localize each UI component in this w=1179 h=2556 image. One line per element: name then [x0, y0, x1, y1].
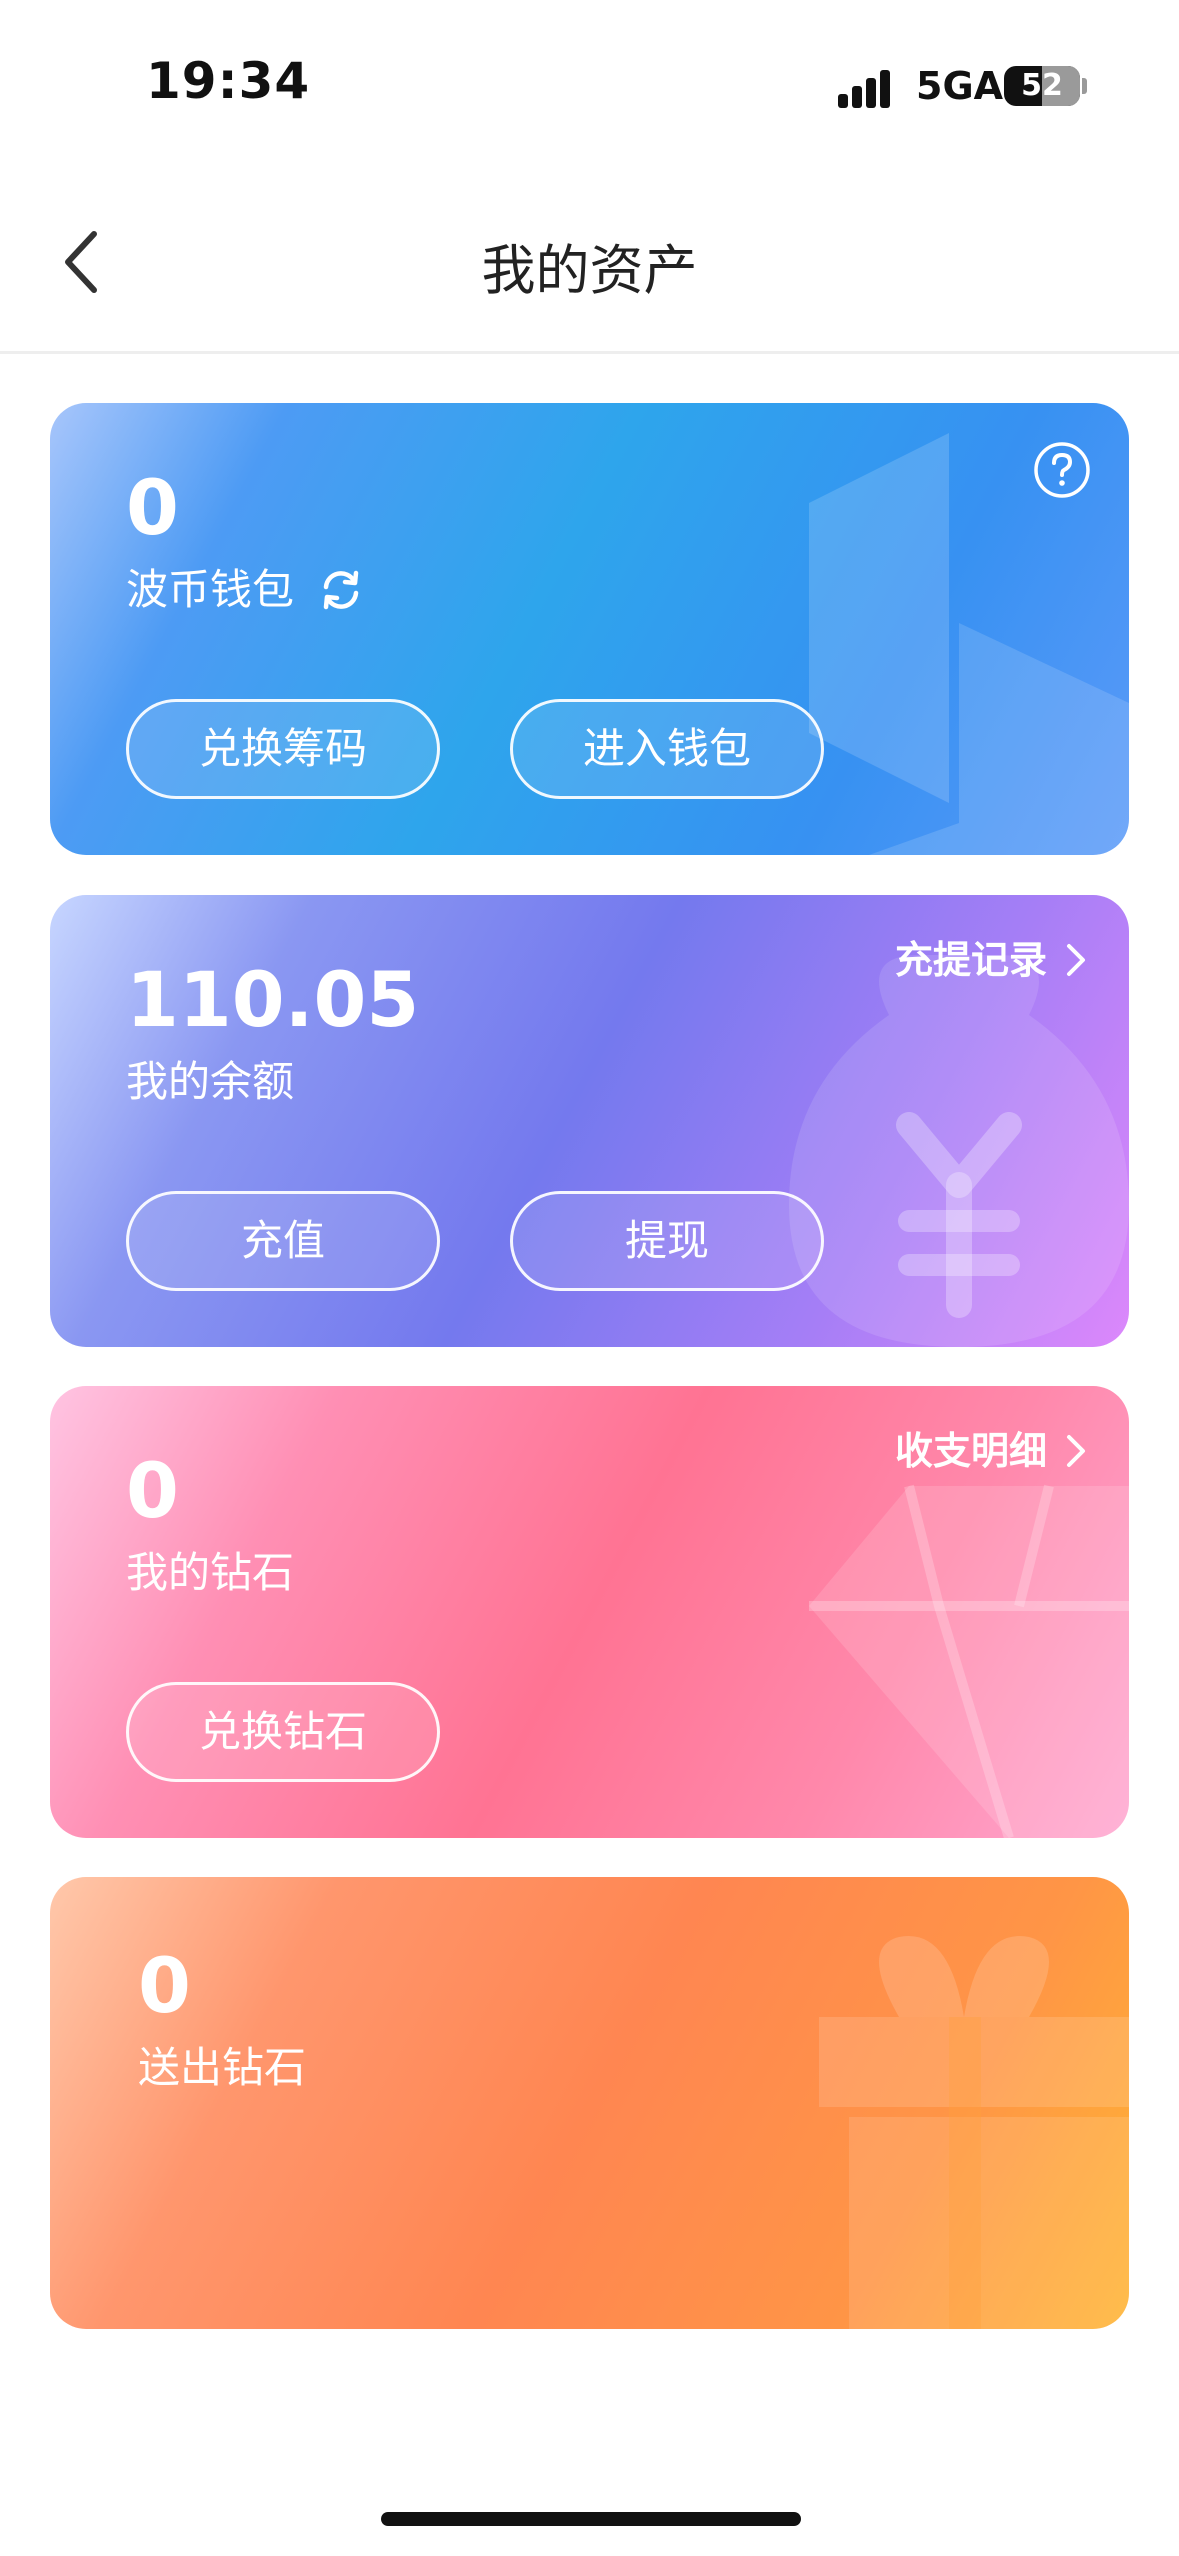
home-indicator[interactable] [381, 2512, 801, 2526]
signal-icon [838, 66, 900, 108]
wallet-label: 波币钱包 [126, 565, 295, 614]
balance-value: 110.05 [126, 955, 420, 1044]
withdraw-button[interactable]: 提现 [510, 1191, 824, 1291]
wallet-label-row: 波币钱包 [126, 563, 364, 617]
recharge-button[interactable]: 充值 [126, 1191, 440, 1291]
recharge-history-link[interactable]: 充提记录 [895, 935, 1087, 985]
diamond-label: 我的钻石 [126, 1548, 295, 1597]
page-title: 我的资产 [481, 239, 698, 302]
exchange-diamond-button[interactable]: 兑换钻石 [126, 1682, 440, 1782]
refresh-icon[interactable] [318, 567, 364, 613]
status-time: 19:34 [146, 52, 311, 110]
exchange-chips-button[interactable]: 兑换筹码 [126, 699, 440, 799]
recharge-history-label: 充提记录 [894, 938, 1047, 982]
enter-wallet-button[interactable]: 进入钱包 [510, 699, 824, 799]
income-expense-link[interactable]: 收支明细 [895, 1426, 1087, 1476]
status-bar: 19:34 5GA 52 [0, 0, 1179, 160]
question-circle-icon[interactable] [1033, 441, 1091, 499]
wallet-card: 0 波币钱包 兑换筹码 进入钱包 [50, 403, 1129, 855]
sent-diamond-card: 0 送出钻石 [50, 1877, 1129, 2329]
sent-diamond-value: 0 [138, 1941, 191, 2030]
nav-bar: 我的资产 [0, 160, 1179, 354]
diamond-value: 0 [126, 1446, 179, 1535]
gift-icon [819, 1936, 1129, 2329]
battery-icon: 52 [1004, 66, 1080, 106]
sent-diamond-label: 送出钻石 [138, 2043, 307, 2092]
diamond-card: 收支明细 0 我的钻石 兑换钻石 [50, 1386, 1129, 1838]
chevron-right-icon [1067, 1435, 1085, 1467]
battery-level: 52 [1021, 68, 1063, 103]
income-expense-label: 收支明细 [894, 1429, 1047, 1473]
wallet-value: 0 [126, 463, 179, 552]
battery-tip [1082, 78, 1087, 94]
network-type: 5GA [916, 64, 1004, 108]
balance-label: 我的余额 [126, 1057, 295, 1106]
balance-card: 充提记录 110.05 我的余额 充值 提现 [50, 895, 1129, 1347]
chevron-right-icon [1067, 944, 1085, 976]
